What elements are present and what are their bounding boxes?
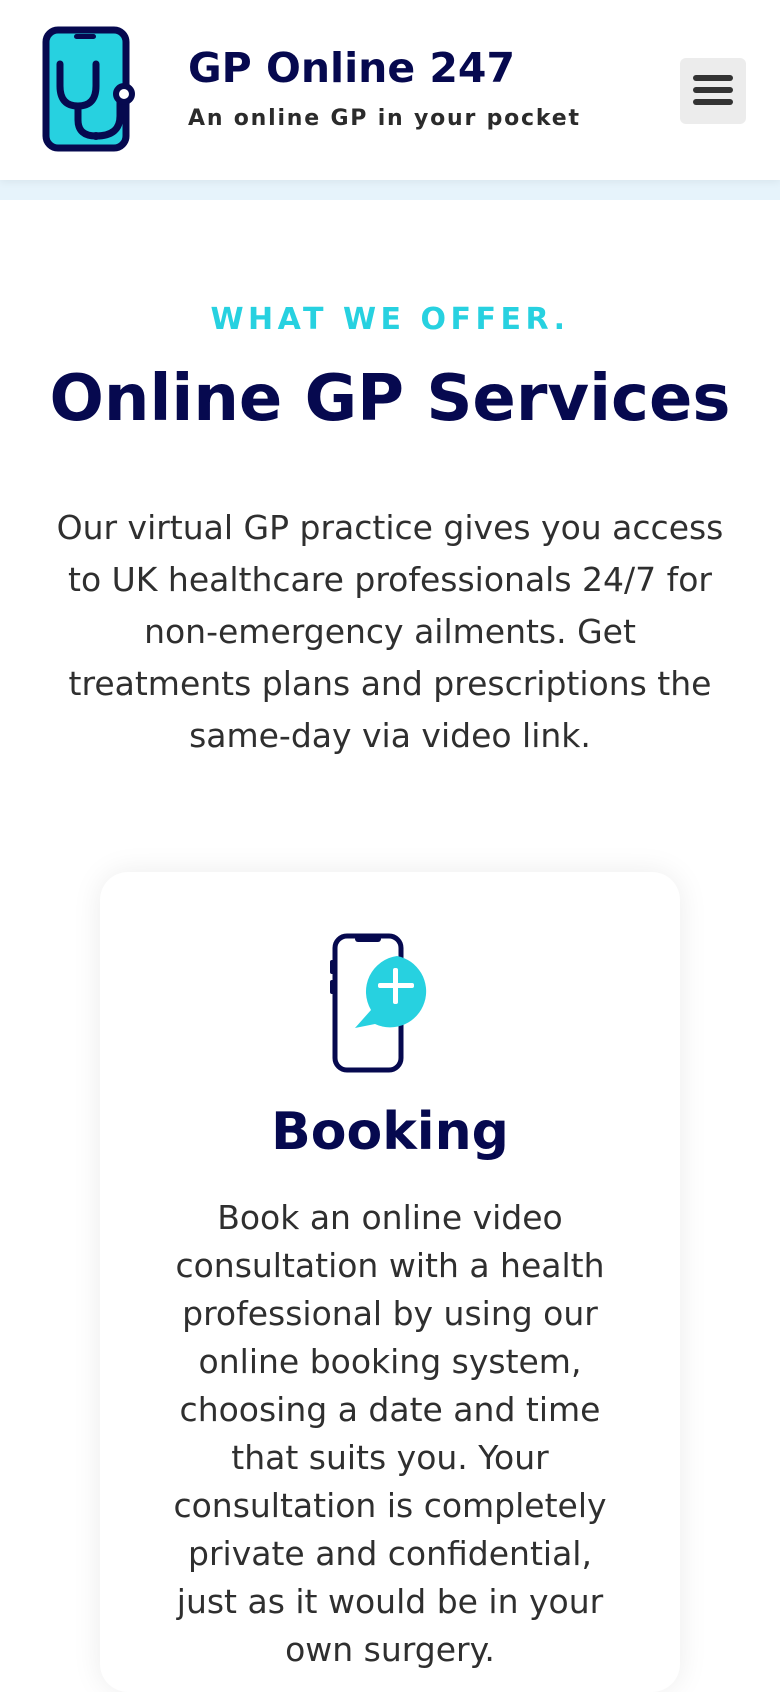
hamburger-menu-icon xyxy=(693,73,733,110)
header-divider xyxy=(0,180,780,200)
menu-button[interactable] xyxy=(680,58,746,124)
section-eyebrow: WHAT WE OFFER. xyxy=(210,302,570,337)
site-tagline: An online GP in your pocket xyxy=(188,106,581,131)
card-description: Book an online video consultation with a… xyxy=(173,1198,607,1669)
section-intro: Our virtual GP practice gives you access… xyxy=(56,508,724,755)
logo-phone-stethoscope-icon[interactable] xyxy=(40,24,140,156)
site-header: GP Online 247 An online GP in your pocke… xyxy=(0,0,780,180)
card-title: Booking xyxy=(271,1102,509,1162)
service-card-booking: Booking Book an online video consultatio… xyxy=(100,872,680,1692)
site-title[interactable]: GP Online 247 xyxy=(188,44,515,92)
phone-chat-plus-icon xyxy=(325,930,445,1074)
section-title: Online GP Services xyxy=(49,362,731,436)
